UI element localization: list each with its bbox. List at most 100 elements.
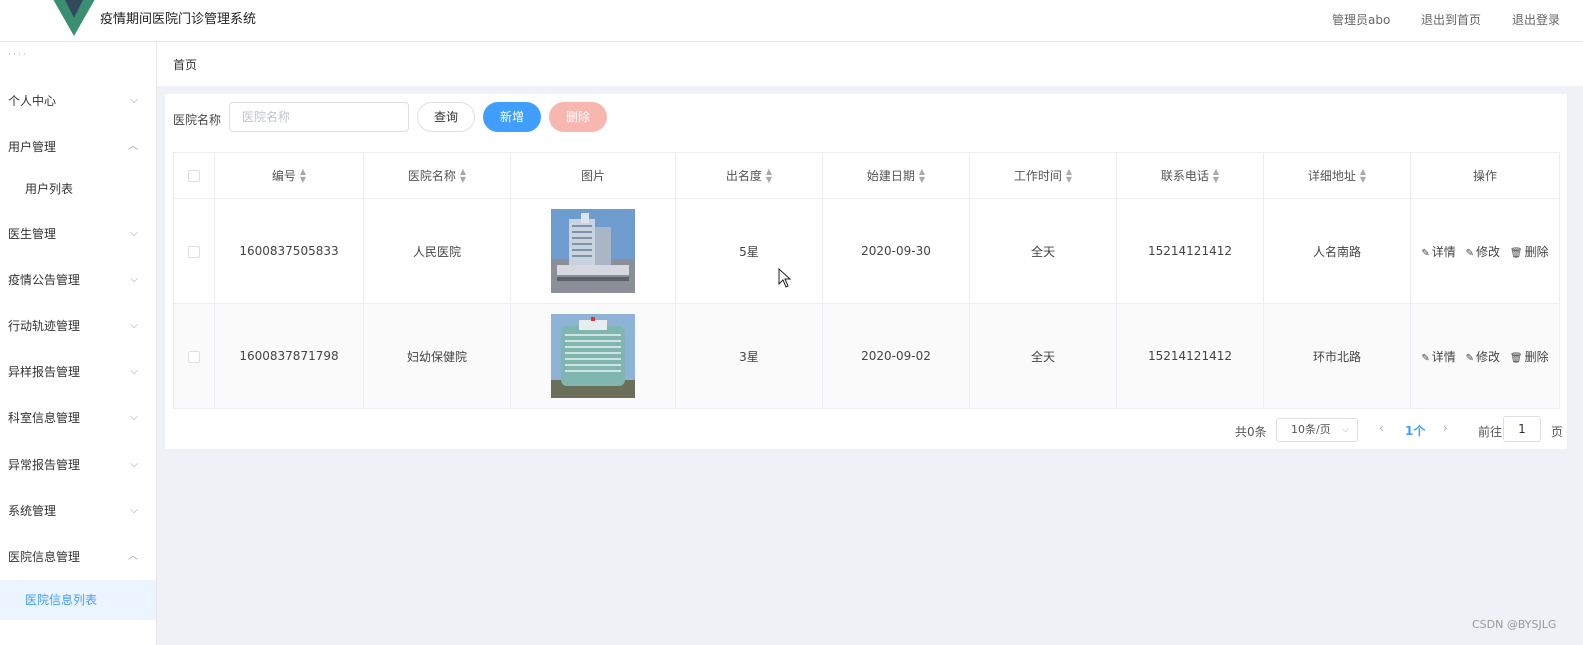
cell-phone: 15214121412 (1116, 303, 1264, 409)
sidebar-item-user-list[interactable]: 用户列表 (0, 166, 156, 212)
exit-to-home-link[interactable]: 退出到首页 (1421, 11, 1481, 28)
edit-link[interactable]: ✎ 修改 (1466, 348, 1500, 365)
sidebar-item-hospital-info[interactable]: 医院信息管理 ︿ (0, 534, 156, 580)
breadcrumb-bar: 首页 (157, 42, 1583, 86)
sidebar-item-personal-center[interactable]: 个人中心 ⌵ (0, 78, 156, 124)
sidebar: · · · · 个人中心 ⌵ 用户管理 ︿ 用户列表 医生管理 ⌵ 疫情公告管理… (0, 42, 157, 645)
select-all-cell[interactable] (173, 152, 215, 199)
sidebar-item-label: 用户管理 (8, 140, 57, 154)
hospital-building-image (551, 209, 635, 293)
sidebar-item-abnormal-report-1[interactable]: 异样报告管理 ⌵ (0, 349, 156, 395)
goto-page-input[interactable] (1503, 416, 1541, 442)
delete-button[interactable]: 删除 (549, 102, 607, 132)
sidebar-item-abnormal-report-2[interactable]: 异常报告管理 ⌵ (0, 442, 156, 488)
vue-logo-icon (53, 0, 95, 36)
column-header-id[interactable]: 编号 ▲ ▼ (214, 152, 364, 199)
hospital-building-image (551, 314, 635, 398)
trash-icon: 🗑 (1509, 352, 1523, 364)
row-checkbox[interactable] (188, 350, 200, 363)
column-header-fame[interactable]: 出名度 ▲ ▼ (675, 152, 823, 199)
cell-address: 人名南路 (1263, 198, 1411, 304)
chevron-up-icon: ︿ (128, 551, 138, 562)
sidebar-item-user-management[interactable]: 用户管理 ︿ (0, 124, 156, 170)
page-suffix-label: 页 (1551, 425, 1564, 439)
chevron-down-icon: ⌵ (130, 366, 138, 377)
sort-icon[interactable]: ▲ ▼ (766, 168, 772, 184)
column-header-work-hours[interactable]: 工作时间 ▲ ▼ (969, 152, 1117, 199)
page-size-select[interactable]: 10条/页 ⌵ (1276, 418, 1358, 442)
column-header-address[interactable]: 详细地址 ▲ ▼ (1263, 152, 1411, 199)
cell-work-hours: 全天 (969, 303, 1117, 409)
main-card: 医院名称 查询 新增 删除 编号▲▼ 医院名称▲▼ 图片 出名度▲▼ 始建日期▲… (165, 94, 1567, 449)
cell-id: 1600837871798 (214, 303, 364, 409)
delete-link[interactable]: 🗑 删除 (1510, 348, 1549, 365)
cell-fame: 5星 (675, 198, 823, 304)
sidebar-item-label: 用户列表 (25, 182, 74, 196)
sort-icon[interactable]: ▲ ▼ (300, 168, 306, 184)
sidebar-item-label: 系统管理 (8, 504, 57, 518)
column-header-actions: 操作 (1410, 152, 1560, 199)
logout-link[interactable]: 退出登录 (1512, 11, 1560, 28)
column-header-name[interactable]: 医院名称 ▲ ▼ (363, 152, 511, 199)
hospital-name-label: 医院名称 (173, 113, 222, 127)
table-row: 1600837871798 妇幼保健院 3星 2020-09-02 全天 152… (173, 303, 1560, 409)
cell-work-hours: 全天 (969, 198, 1117, 304)
sort-icon[interactable]: ▲ ▼ (460, 168, 466, 184)
cell-address: 环市北路 (1263, 303, 1411, 409)
column-header-phone[interactable]: 联系电话 ▲ ▼ (1116, 152, 1264, 199)
sidebar-item-system-management[interactable]: 系统管理 ⌵ (0, 488, 156, 534)
admin-user-link[interactable]: 管理员abo (1332, 11, 1390, 28)
sidebar-item-label: 医生管理 (8, 227, 57, 241)
sidebar-item-label: 科室信息管理 (8, 411, 81, 425)
current-page[interactable]: 1个 (1405, 422, 1425, 439)
row-checkbox[interactable] (188, 245, 200, 258)
sidebar-item-hospital-list[interactable]: 医院信息列表 (0, 580, 156, 620)
prev-page-icon[interactable]: ‹ (1379, 421, 1384, 435)
hospital-table: 编号 ▲ ▼ 医院名称 ▲ ▼ 图片 出名度 ▲ ▼ 始建日期 ▲ ▼ 工作时间 ▲ ▼ 联系电话 ▲… (173, 152, 1560, 409)
cell-id: 1600837505833 (214, 198, 364, 304)
sidebar-item-label: 行动轨迹管理 (8, 319, 81, 333)
chevron-down-icon: ⌵ (130, 228, 138, 239)
sidebar-item-label: 医院信息列表 (25, 593, 98, 607)
mouse-cursor-icon (778, 268, 792, 288)
watermark: CSDN @BYSJLG (1472, 618, 1557, 631)
column-header-founded-date[interactable]: 始建日期 ▲ ▼ (822, 152, 970, 199)
edit-link[interactable]: ✎ 修改 (1466, 243, 1500, 260)
sidebar-item-label: 医院信息管理 (8, 550, 81, 564)
delete-link[interactable]: 🗑 删除 (1510, 243, 1549, 260)
chevron-down-icon: ⌵ (130, 412, 138, 423)
sort-icon[interactable]: ▲ ▼ (919, 168, 925, 184)
sidebar-item-label: 异样报告管理 (8, 365, 81, 379)
chevron-down-icon: ⌵ (130, 95, 138, 106)
add-button[interactable]: 新增 (483, 102, 541, 132)
edit-pen-icon: ✎ (1465, 352, 1475, 364)
sidebar-dots: · · · · (8, 50, 26, 59)
edit-pen-icon: ✎ (1465, 247, 1475, 259)
hospital-name-input[interactable] (229, 102, 409, 132)
breadcrumb[interactable]: 首页 (173, 56, 197, 73)
cell-fame: 3星 (675, 303, 823, 409)
cell-actions: ✎ 详情 ✎ 修改 🗑 删除 (1410, 303, 1560, 409)
sidebar-item-label: 疫情公告管理 (8, 273, 81, 287)
trash-icon: 🗑 (1509, 247, 1523, 259)
detail-link[interactable]: ✎ 详情 (1421, 243, 1455, 260)
sort-icon[interactable]: ▲ ▼ (1360, 168, 1366, 184)
sidebar-item-label: 异常报告管理 (8, 458, 81, 472)
top-bar: 疫情期间医院门诊管理系统 管理员abo 退出到首页 退出登录 (0, 0, 1583, 42)
sidebar-item-track-management[interactable]: 行动轨迹管理 ⌵ (0, 303, 156, 349)
sort-icon[interactable]: ▲ ▼ (1213, 168, 1219, 184)
detail-link[interactable]: ✎ 详情 (1421, 348, 1455, 365)
query-button[interactable]: 查询 (417, 102, 475, 132)
next-page-icon[interactable]: › (1443, 421, 1448, 435)
edit-pen-icon: ✎ (1421, 247, 1430, 259)
select-all-checkbox[interactable] (188, 170, 200, 182)
chevron-up-icon: ︿ (128, 141, 138, 152)
sidebar-item-department-info[interactable]: 科室信息管理 ⌵ (0, 395, 156, 441)
cell-founded-date: 2020-09-30 (822, 198, 970, 304)
sidebar-item-epidemic-notice[interactable]: 疫情公告管理 ⌵ (0, 257, 156, 303)
sidebar-item-doctor-management[interactable]: 医生管理 ⌵ (0, 211, 156, 257)
sort-icon[interactable]: ▲ ▼ (1066, 168, 1072, 184)
chevron-down-icon: ⌵ (130, 505, 138, 516)
cell-phone: 15214121412 (1116, 198, 1264, 304)
chevron-down-icon: ⌵ (1342, 425, 1349, 435)
